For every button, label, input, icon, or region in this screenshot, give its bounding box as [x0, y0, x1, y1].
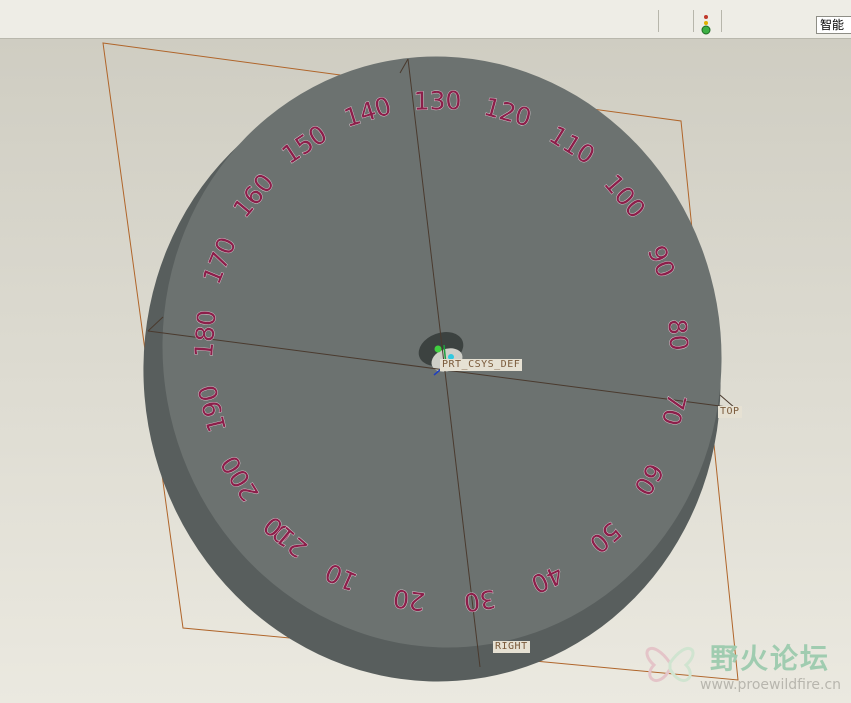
watermark-url: www.proewildfire.cn [700, 677, 842, 693]
toolbar-separator [693, 10, 694, 32]
dial-label: 130 [413, 86, 461, 116]
graphics-viewport[interactable]: 0 10 20 30 40 50 60 70 80 90 100 110 120 130 140 150 160… [0, 39, 851, 703]
dial-label: 180 [189, 309, 222, 359]
selection-filter-dropdown[interactable]: 智能 [816, 16, 851, 34]
top-toolbar: 智能 [0, 0, 851, 39]
watermark-title: 野火论坛 [710, 642, 831, 675]
forum-watermark: 野火论坛 www.proewildfire.cn [640, 633, 845, 699]
traffic-light-icon[interactable] [700, 13, 712, 37]
butterfly-logo-icon [645, 647, 695, 683]
dial-label: 80 [662, 318, 693, 352]
toolbar-separator [721, 10, 722, 32]
dial-label: 20 [391, 583, 426, 616]
toolbar-separator [658, 10, 659, 32]
csys-origin-marker [434, 345, 442, 353]
dial-label: 30 [462, 584, 498, 617]
csys-label[interactable]: PRT_CSYS_DEF [440, 359, 523, 371]
datum-top-label[interactable]: TOP [718, 406, 742, 418]
datum-right-label[interactable]: RIGHT [493, 641, 530, 653]
model-canvas: 01020 30405060708090100110120130140150160… [0, 39, 851, 703]
